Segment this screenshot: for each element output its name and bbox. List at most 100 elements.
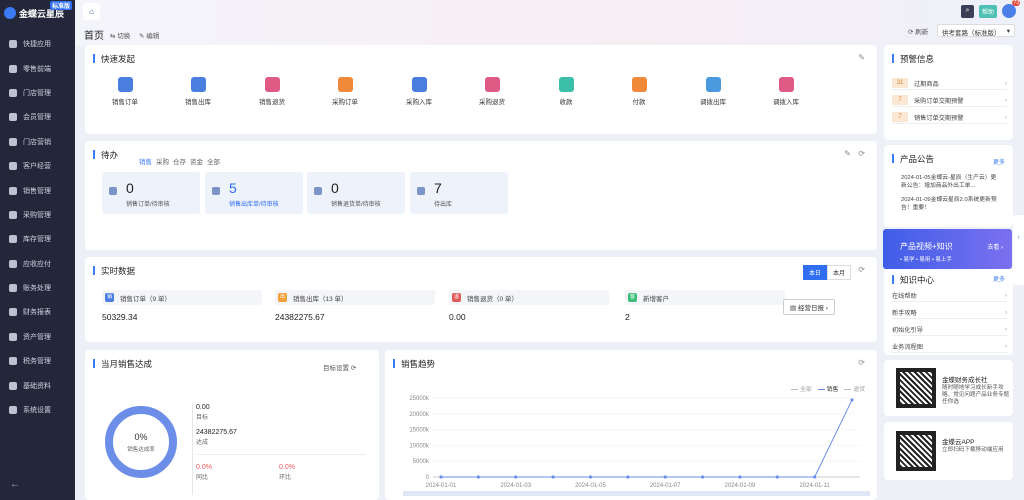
knowledge-more-link[interactable]: 更多 — [993, 274, 1005, 283]
knowledge-card: 知识中心 更多 在线帮助 › 新手攻略 › 初始化引导 › 业务流程图 › — [884, 269, 1013, 355]
y-tick-label: 5000k — [413, 459, 430, 465]
quick-start-item[interactable]: 销售订单 — [100, 77, 150, 106]
qr-desc: 立即扫码下载移动端应用 — [942, 447, 1004, 453]
sidebar-item[interactable]: 快捷应用 — [0, 32, 75, 56]
alert-item[interactable]: 7 销售订单交期预警 › — [892, 111, 1007, 124]
sidebar-item[interactable]: 资产管理 — [0, 325, 75, 349]
sidebar-item[interactable]: 应收应付 — [0, 252, 75, 276]
quick-start-item[interactable]: 调拨出库 — [688, 77, 738, 106]
sidebar-item[interactable]: 门店管理 — [0, 81, 75, 105]
quick-start-item[interactable]: 销售出库 — [173, 77, 223, 106]
search-icon[interactable]: ⌕ — [960, 4, 974, 18]
todo-count: 0 — [331, 180, 339, 196]
knowledge-item[interactable]: 初始化引导 › — [892, 323, 1007, 336]
quick-start-item[interactable]: 采购订单 — [320, 77, 370, 106]
sidebar-item-label: 门店营销 — [23, 138, 51, 146]
knowledge-item[interactable]: 业务流程图 › — [892, 340, 1007, 353]
notice-item[interactable]: 2024-01-09金蝶云星辰2.0系统更新预告！重要！ — [901, 196, 1001, 212]
menu-icon — [9, 259, 17, 268]
sidebar-item[interactable]: 采购管理 — [0, 203, 75, 227]
todo-item[interactable]: 0 销售订单/待审核 — [102, 172, 200, 214]
data-point[interactable] — [514, 475, 518, 479]
alerts-title: 预警信息 — [892, 53, 934, 65]
sidebar-item-label: 门店管理 — [23, 89, 51, 97]
home-tab[interactable]: ⌂ — [83, 3, 100, 20]
video-banner[interactable]: 产品视频+知识 • 易学 • 易用 • 易上手 去看 › — [883, 229, 1012, 269]
month-tab[interactable]: 本月 — [826, 265, 851, 280]
menu-icon — [9, 235, 17, 244]
quick-start-item[interactable]: 采购入库 — [394, 77, 444, 106]
todo-item[interactable]: 5 销售出库单/待审核 — [205, 172, 303, 214]
notice-item[interactable]: 2024-01-05金蝶云-星辰（生产云）更新公告：增加商品外出工单... — [901, 174, 1001, 190]
refresh-icon[interactable]: ⟳ — [858, 265, 865, 274]
chevron-right-icon: › — [1004, 96, 1007, 104]
quick-start-item[interactable]: 调拨入库 — [761, 77, 811, 106]
quick-start-item[interactable]: 收款 — [541, 77, 591, 106]
data-point[interactable] — [700, 475, 705, 479]
sidebar-item[interactable]: 门店营销 — [0, 130, 75, 154]
sidebar-item[interactable]: 税务管理 — [0, 349, 75, 373]
target-setting-button[interactable]: 目标设置 ⟳ — [323, 362, 356, 372]
knowledge-item[interactable]: 新手攻略 › — [892, 306, 1007, 319]
quick-start-icon — [558, 77, 574, 92]
scheme-select[interactable]: 供考套路（标准版） ▾ — [937, 24, 1015, 37]
data-point[interactable] — [439, 475, 443, 479]
todo-item[interactable]: 7 待出库 — [410, 172, 508, 214]
knowledge-item[interactable]: 在线帮助 › — [892, 289, 1007, 302]
notice-more-link[interactable]: 更多 — [993, 157, 1005, 166]
edit-icon[interactable]: ✎ — [858, 53, 865, 62]
sidebar-item[interactable]: 财务报表 — [0, 300, 75, 324]
refresh-icon[interactable]: ⟳ — [858, 149, 865, 158]
sidebar-item[interactable]: 客户经营 — [0, 154, 75, 178]
sidebar-item[interactable]: 销售管理 — [0, 178, 75, 202]
sidebar-item[interactable]: 零售前端 — [0, 56, 75, 80]
todo-tab[interactable]: 资金 — [190, 159, 203, 166]
app-logo[interactable]: 金蝶云星辰 标准版 — [0, 0, 75, 26]
quick-start-item[interactable]: 销售退货 — [247, 77, 297, 106]
sidebar-item[interactable]: 账务处理 — [0, 276, 75, 300]
todo-item[interactable]: 0 销售退货单/待审核 — [307, 172, 405, 214]
edit-icon[interactable]: ✎ — [844, 149, 851, 158]
alert-item[interactable]: 31 过期商品 › — [892, 77, 1007, 90]
sidebar-item[interactable]: 系统设置 — [0, 398, 75, 422]
data-point[interactable] — [626, 475, 630, 479]
banner-link-label: 去看 — [987, 245, 1000, 251]
y-tick-label: 15000k — [409, 428, 430, 434]
todo-tab[interactable]: 采购 — [156, 159, 169, 166]
daily-report-button[interactable]: ▤ 经营日报 › — [783, 299, 835, 315]
edit-button[interactable]: ✎ 编辑 — [139, 30, 159, 40]
refresh-button[interactable]: ⟳ 刷新 — [908, 26, 928, 36]
data-point[interactable] — [663, 475, 667, 479]
data-point[interactable] — [588, 475, 593, 479]
todo-tab[interactable]: 销售 — [139, 159, 152, 166]
data-point[interactable] — [775, 475, 779, 479]
alert-item[interactable]: 7 采购订单交期预警 › — [892, 94, 1007, 107]
alerts-card: 预警信息 31 过期商品 › 7 采购订单交期预警 › 7 销售订单交期预警 › — [884, 45, 1013, 140]
today-tab[interactable]: 本日 — [802, 265, 827, 280]
todo-tab[interactable]: 全部 — [207, 159, 220, 166]
data-point[interactable] — [738, 475, 742, 479]
sidebar-item[interactable]: 基础资料 — [0, 373, 75, 397]
side-toolbar[interactable]: › — [1013, 215, 1024, 285]
quick-start-item[interactable]: 采购退货 — [467, 77, 517, 106]
data-point[interactable] — [551, 475, 555, 479]
todo-tab[interactable]: 仓存 — [173, 159, 186, 166]
data-point[interactable] — [476, 475, 480, 479]
collapse-icon[interactable]: ← — [10, 479, 20, 490]
stat-item: 客新增客户 2 — [625, 290, 785, 322]
stat-header: 客新增客户 — [625, 290, 785, 305]
refresh-label: 刷新 — [915, 29, 929, 36]
chart-scrollbar[interactable] — [403, 491, 870, 496]
sidebar-item[interactable]: 会员管理 — [0, 105, 75, 129]
help-button[interactable]: 帮助 — [978, 4, 997, 18]
stat-icon: 退 — [452, 293, 461, 302]
quick-start-label: 销售退货 — [259, 99, 285, 106]
banner-link[interactable]: 去看 › — [987, 242, 1003, 251]
data-point[interactable] — [813, 475, 817, 479]
sidebar-item[interactable]: 库存管理 — [0, 227, 75, 251]
data-point[interactable] — [850, 398, 854, 402]
switch-button[interactable]: ⇆ 切换 — [110, 30, 130, 40]
avatar[interactable]: 73 — [1002, 0, 1020, 18]
quick-start-item[interactable]: 付款 — [614, 77, 664, 106]
realtime-card: 实时数据 本日 本月 ⟳ 销销售订单（9 单） 50329.34 出销售出库（13 … — [85, 257, 877, 342]
